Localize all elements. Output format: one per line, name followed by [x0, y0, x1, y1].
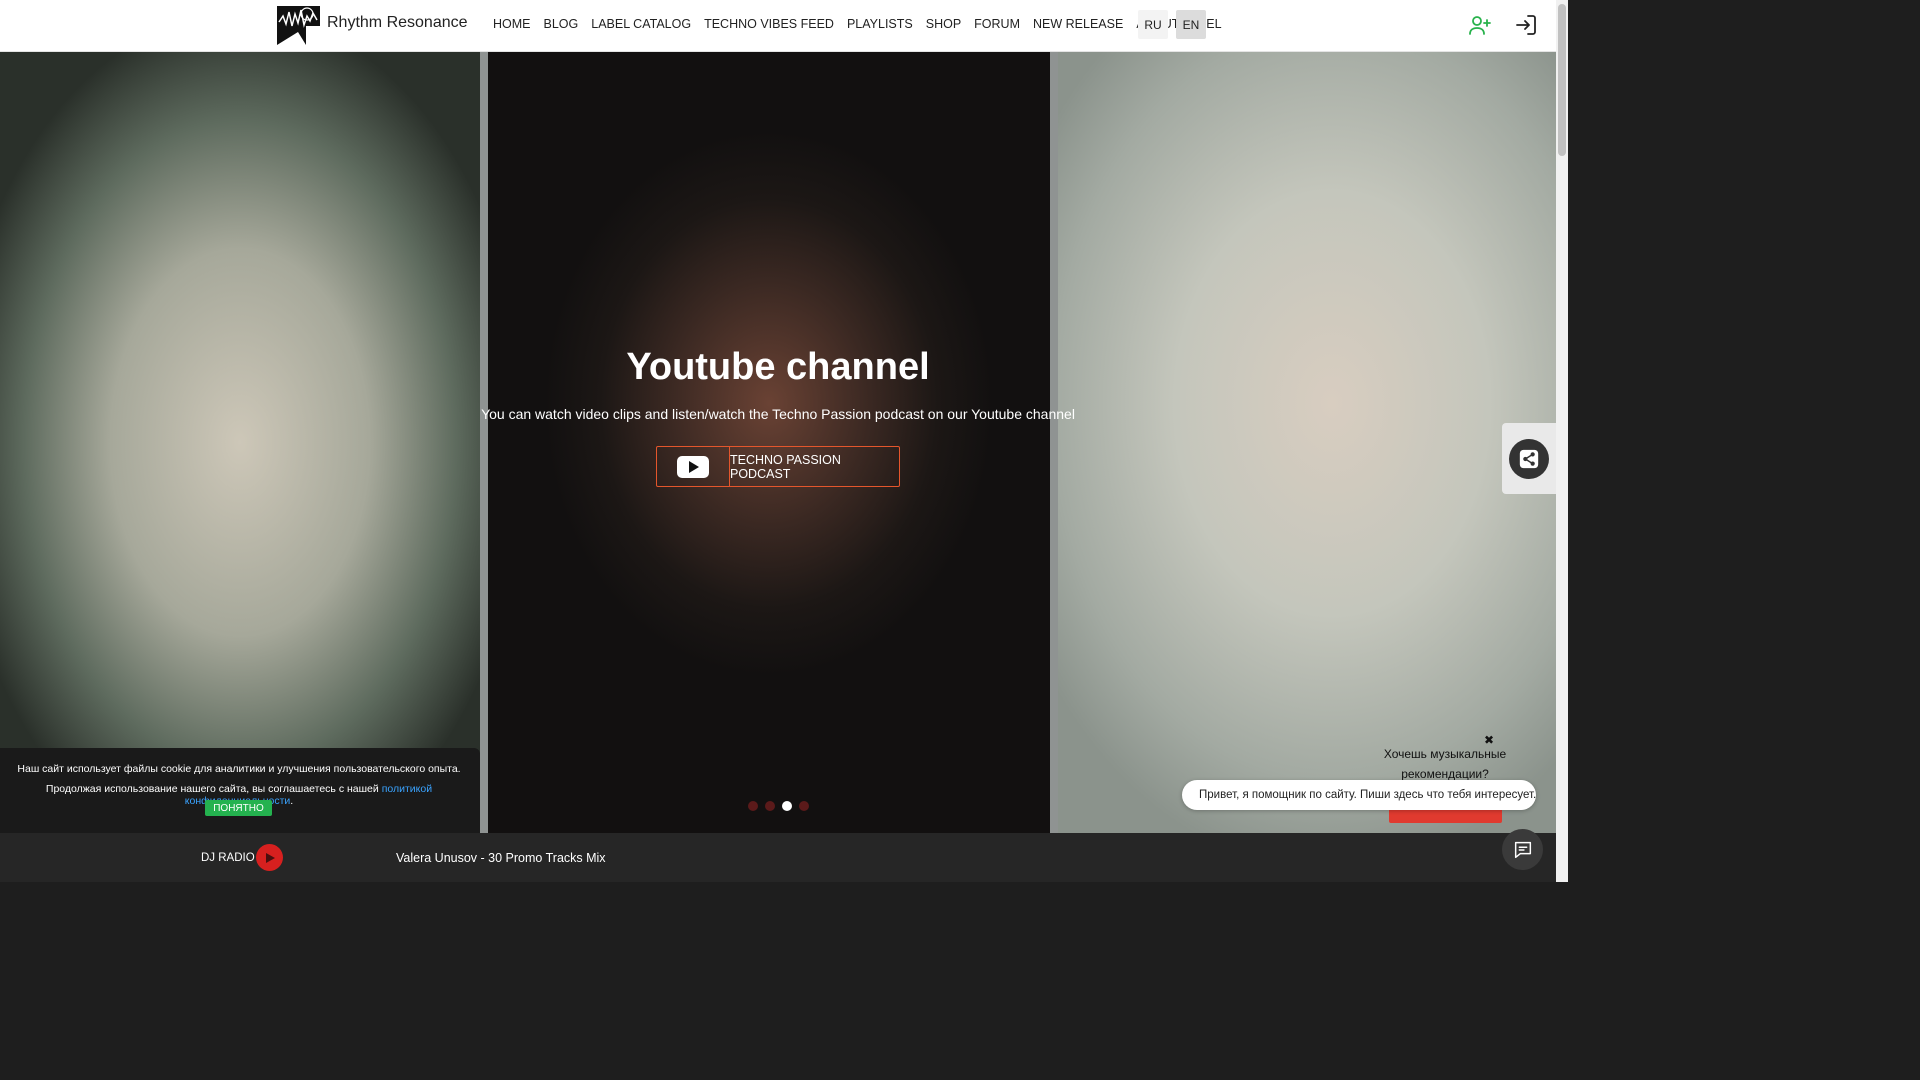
- page: Rhythm Resonance HOME BLOG LABEL CATALOG…: [0, 0, 1568, 882]
- nav-shop[interactable]: SHOP: [926, 17, 961, 31]
- slider-dot-3[interactable]: [782, 801, 792, 811]
- share-button[interactable]: [1509, 439, 1549, 479]
- language-en-button[interactable]: EN: [1176, 10, 1206, 39]
- slide-image-center: [488, 52, 1050, 833]
- slider-dot-1[interactable]: [748, 801, 758, 811]
- nav-home[interactable]: HOME: [493, 17, 531, 31]
- chat-button[interactable]: [1502, 829, 1543, 870]
- cookie-accept-button[interactable]: ПОНЯТНО: [205, 800, 272, 816]
- slider-dot-2[interactable]: [765, 801, 775, 811]
- nav-techno-vibes-feed[interactable]: TECHNO VIBES FEED: [704, 17, 834, 31]
- youtube-icon: [677, 455, 709, 478]
- techno-passion-podcast-label: TECHNO PASSION PODCAST: [730, 452, 841, 481]
- chat-icon: [1514, 841, 1531, 858]
- cookie-banner: Наш сайт использует файлы cookie для ана…: [0, 748, 480, 833]
- share-icon: [1519, 449, 1539, 469]
- radio-play-button[interactable]: [256, 844, 283, 871]
- assistant-question: Хочешь музыкальные рекомендации?: [1383, 747, 1507, 781]
- nav-playlists[interactable]: PLAYLISTS: [847, 17, 913, 31]
- cookie-text-line1: Наш сайт использует файлы cookie для ана…: [17, 763, 461, 775]
- radio-player: DJ RADIO Valera Unusov - 30 Promo Tracks…: [0, 833, 1556, 882]
- hero-slider: Youtube channel You can watch video clip…: [0, 52, 1556, 833]
- slide-image-left: [0, 52, 480, 833]
- cookie-text-prefix: Продолжая использование нашего сайта, вы…: [45, 783, 382, 795]
- language-ru-button[interactable]: RU: [1138, 10, 1168, 39]
- site-header: Rhythm Resonance HOME BLOG LABEL CATALOG…: [0, 0, 1556, 52]
- scrollbar-thumb[interactable]: [1558, 4, 1566, 156]
- play-icon: [265, 852, 275, 863]
- slider-dot-4[interactable]: [799, 801, 809, 811]
- slide-image-right: [1058, 52, 1556, 833]
- slider-dots: [748, 801, 809, 811]
- page-scrollbar[interactable]: [1556, 0, 1568, 882]
- dj-radio-label: DJ RADIO: [201, 852, 255, 864]
- hero-title: Youtube channel: [626, 346, 930, 388]
- brand-name[interactable]: Rhythm Resonance: [327, 14, 468, 32]
- assistant-message-bubble[interactable]: Привет, я помощник по сайту. Пиши здесь …: [1182, 780, 1536, 810]
- youtube-icon-box: [657, 447, 730, 486]
- nav-new-release[interactable]: NEW RELEASE: [1033, 17, 1123, 31]
- main-nav: HOME BLOG LABEL CATALOG TECHNO VIBES FEE…: [493, 17, 1222, 31]
- techno-passion-podcast-button[interactable]: TECHNO PASSION PODCAST: [656, 446, 900, 487]
- nav-label-catalog[interactable]: LABEL CATALOG: [591, 17, 691, 31]
- label-logo[interactable]: [276, 4, 321, 47]
- hero-subtitle: You can watch video clips and listen/wat…: [481, 406, 1075, 422]
- nav-blog[interactable]: BLOG: [544, 17, 579, 31]
- nav-forum[interactable]: FORUM: [974, 17, 1020, 31]
- cookie-text-suffix: .: [290, 795, 294, 807]
- add-user-icon[interactable]: [1468, 13, 1492, 37]
- login-icon[interactable]: [1514, 13, 1538, 37]
- current-track-title: Valera Unusov - 30 Promo Tracks Mix: [396, 851, 606, 865]
